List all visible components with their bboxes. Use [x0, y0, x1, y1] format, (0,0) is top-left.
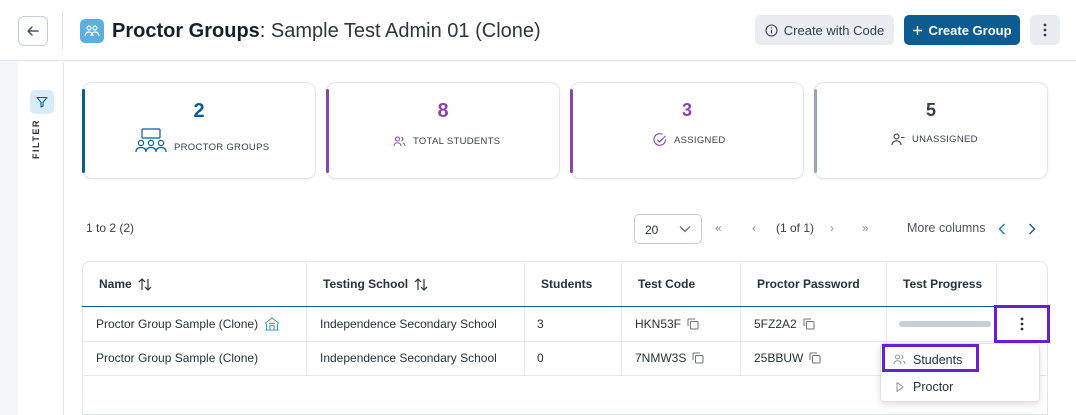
test-code-text: HKN53F: [635, 317, 682, 331]
play-icon: [896, 381, 904, 392]
create-group-label: Create Group: [928, 22, 1012, 38]
page-size-value: 20: [645, 223, 659, 237]
create-group-button[interactable]: Create Group: [904, 15, 1020, 45]
column-header-proctor-password[interactable]: Proctor Password: [757, 262, 860, 306]
table-cell-test-code: HKN53F: [635, 317, 699, 331]
stat-label: PROCTOR GROUPS: [174, 141, 270, 153]
column-header-testing-school[interactable]: Testing School: [323, 262, 428, 306]
column-divider: [621, 262, 622, 375]
kebab-icon: [1043, 23, 1047, 37]
stat-label: UNASSIGNED: [912, 134, 978, 145]
plus-icon: [913, 25, 923, 35]
menu-item-label: Proctor: [913, 379, 954, 394]
sort-icon: [138, 277, 152, 291]
group-icon: [80, 19, 104, 43]
header-more-button[interactable]: [1030, 15, 1060, 45]
columns-next-icon[interactable]: [1028, 223, 1036, 235]
create-with-code-button[interactable]: Create with Code: [755, 15, 894, 45]
table-cell-students: 0: [537, 351, 544, 365]
page-size-select[interactable]: 20: [634, 214, 702, 244]
copy-icon[interactable]: [803, 318, 815, 330]
test-code-text: 7NMW3S: [635, 351, 687, 365]
page-info: (1 of 1): [776, 221, 815, 235]
stat-label-row: UNASSIGNED: [891, 133, 978, 146]
copy-icon[interactable]: [809, 352, 821, 364]
funnel-icon: [36, 96, 48, 108]
password-text: 5FZ2A2: [754, 317, 797, 331]
arrow-left-icon: [27, 26, 39, 36]
column-header-label: Name: [99, 277, 132, 291]
title-bold: Proctor Groups: [112, 20, 260, 42]
create-with-code-label: Create with Code: [783, 22, 885, 38]
row-divider: [82, 341, 1048, 342]
prev-page-button[interactable]: ‹: [752, 221, 756, 235]
next-page-button[interactable]: ›: [830, 221, 834, 235]
test-progress-bar: [899, 321, 991, 327]
table-cell-password: 5FZ2A2: [754, 317, 815, 331]
menu-item-proctor[interactable]: Proctor: [881, 373, 1039, 400]
stat-card-proctor-groups: 2 PROCTOR GROUPS: [82, 82, 316, 179]
page-header: Proctor Groups: Sample Test Admin 01 (Cl…: [0, 0, 1076, 61]
title-sub: Sample Test Admin 01 (Clone): [265, 20, 541, 42]
table-row-name[interactable]: Proctor Group Sample (Clone): [96, 351, 258, 365]
stat-label: TOTAL STUDENTS: [413, 136, 501, 147]
stat-label-row: PROCTOR GROUPS: [135, 128, 269, 154]
copy-icon[interactable]: [692, 352, 704, 364]
filter-button[interactable]: [30, 90, 54, 114]
stat-card-assigned: 3 ASSIGNED: [570, 82, 804, 179]
table-cell-school: Independence Secondary School: [320, 317, 497, 331]
stat-value: 3: [681, 100, 692, 120]
header-divider-line: [82, 306, 996, 307]
school-icon: [264, 317, 280, 331]
sort-icon: [414, 277, 428, 291]
chevron-down-icon: [679, 226, 691, 233]
column-header-label: Testing School: [323, 277, 409, 291]
filter-sidebar: FILTER: [18, 62, 64, 415]
copy-icon[interactable]: [687, 318, 699, 330]
stat-value: 8: [437, 100, 449, 122]
stat-card-total-students: 8 TOTAL STUDENTS: [326, 82, 560, 179]
students-icon: [393, 136, 406, 147]
more-columns-label: More columns: [907, 221, 986, 235]
table-cell-school: Independence Secondary School: [320, 351, 497, 365]
stat-label-row: TOTAL STUDENTS: [393, 136, 500, 147]
table-row-name[interactable]: Proctor Group Sample (Clone): [96, 317, 280, 331]
table-cell-students: 3: [537, 317, 544, 331]
page-title: Proctor Groups: Sample Test Admin 01 (Cl…: [112, 19, 541, 43]
columns-prev-icon[interactable]: [998, 223, 1006, 235]
column-header-test-code[interactable]: Test Code: [638, 262, 695, 306]
menu-highlight-box: [882, 344, 979, 372]
first-page-button[interactable]: «: [715, 221, 722, 235]
header-divider: [62, 10, 63, 50]
filter-label: FILTER: [31, 119, 41, 159]
info-icon: [765, 23, 778, 37]
user-minus-icon: [891, 133, 905, 146]
table-cell-password: 25BBUW: [754, 351, 821, 365]
stat-value: 5: [925, 100, 936, 120]
back-button[interactable]: [18, 16, 48, 46]
column-header-test-progress[interactable]: Test Progress: [903, 262, 982, 306]
table-cell-test-code: 7NMW3S: [635, 351, 704, 365]
stat-label-row: ASSIGNED: [653, 133, 726, 147]
row-actions-button[interactable]: [994, 305, 1050, 343]
column-divider: [306, 262, 307, 375]
check-circle-icon: [653, 133, 667, 146]
password-text: 25BBUW: [754, 351, 804, 365]
stat-value: 2: [193, 100, 205, 122]
column-divider: [524, 262, 525, 375]
stat-label: ASSIGNED: [674, 134, 726, 146]
stat-card-unassigned: 5 UNASSIGNED: [814, 82, 1048, 179]
proctor-groups-icon: [135, 128, 167, 153]
last-page-button[interactable]: »: [862, 221, 869, 235]
kebab-icon: [1020, 317, 1024, 331]
row-name-text: Proctor Group Sample (Clone): [96, 317, 259, 331]
result-range: 1 to 2 (2): [86, 221, 135, 235]
column-header-name[interactable]: Name: [99, 262, 152, 306]
column-divider: [740, 262, 741, 375]
column-header-students[interactable]: Students: [541, 262, 592, 306]
